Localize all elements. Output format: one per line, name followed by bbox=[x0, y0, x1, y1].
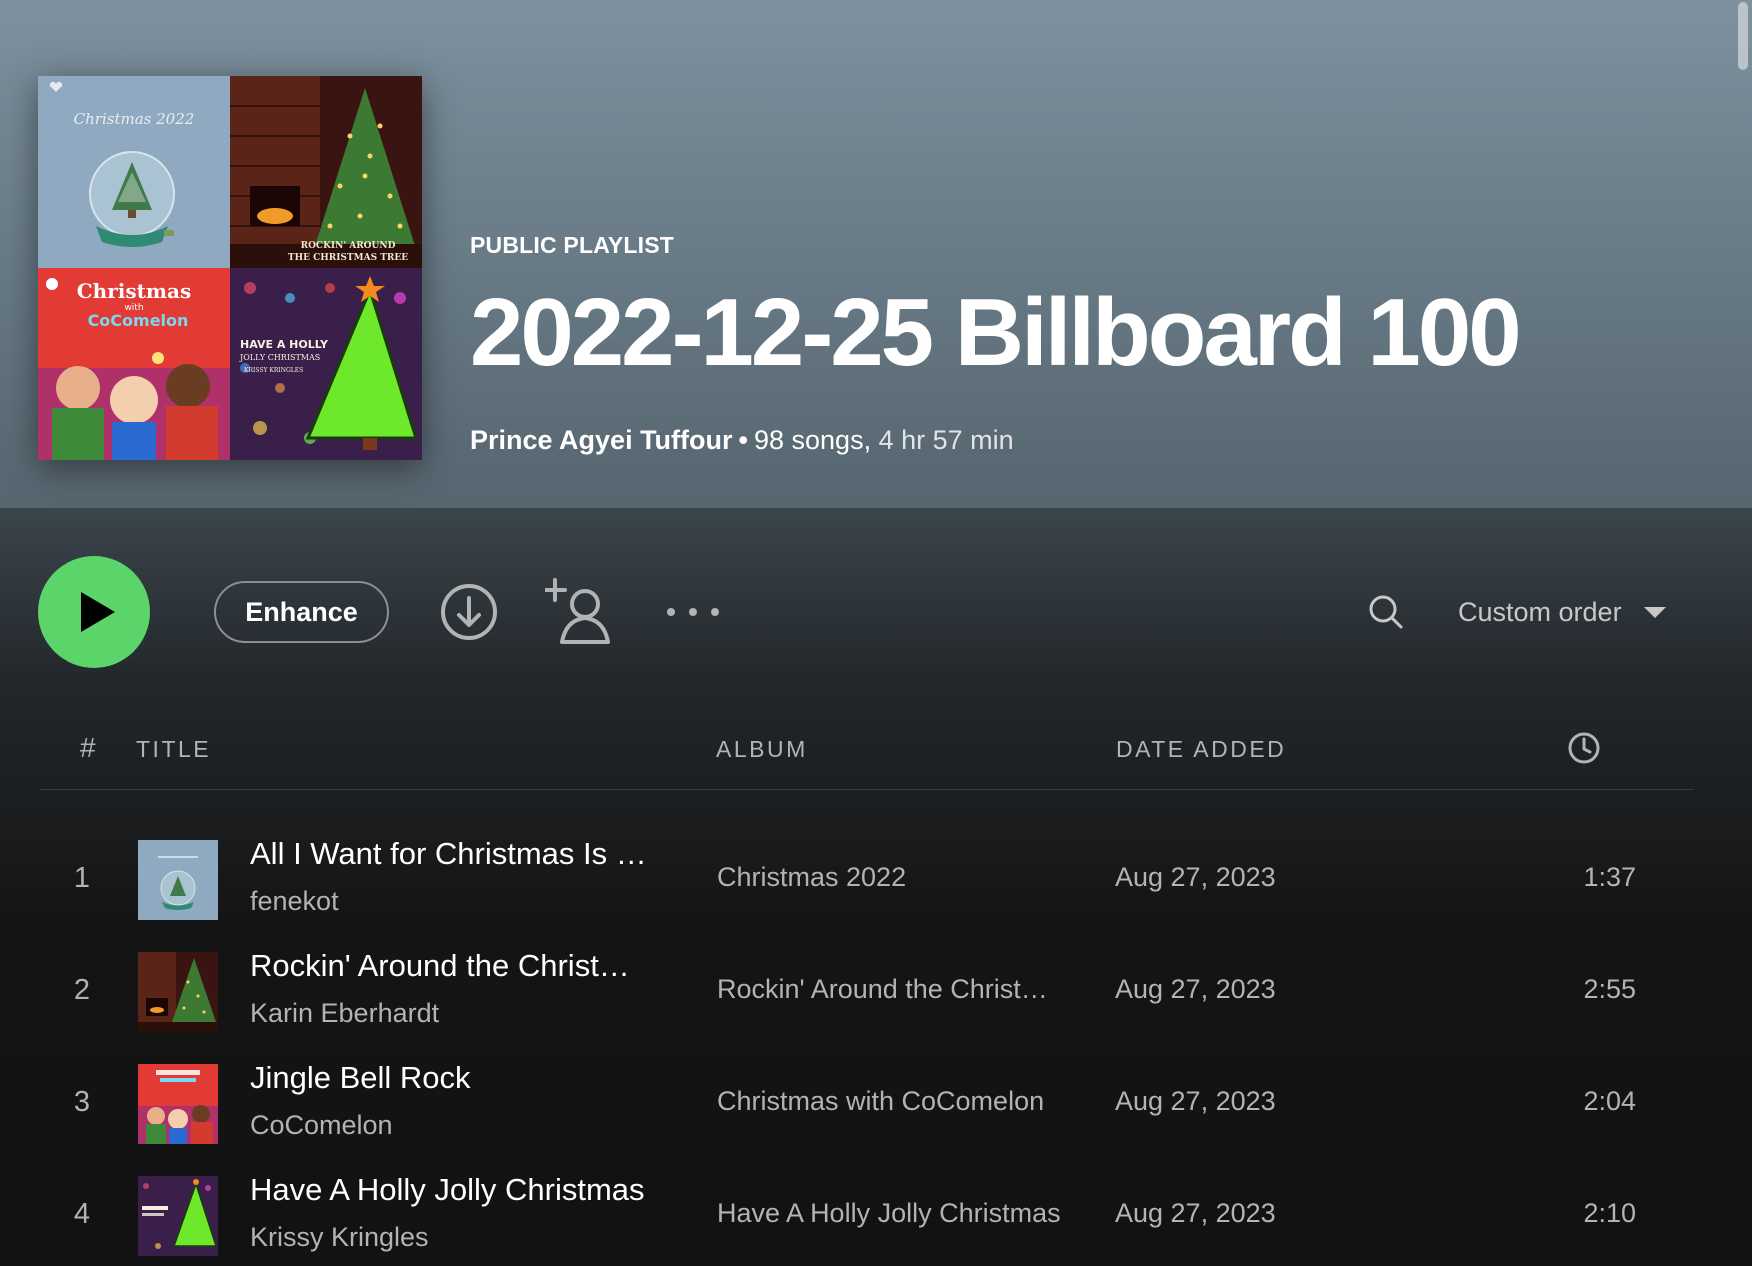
cocomelon-thumb bbox=[138, 1064, 218, 1144]
track-title[interactable]: Have A Holly Jolly Christmas bbox=[250, 1172, 645, 1208]
cover-tile-line1: ROCKIN' AROUND bbox=[301, 241, 396, 251]
track-artist[interactable]: CoComelon bbox=[250, 1110, 393, 1141]
more-options-button[interactable] bbox=[660, 592, 726, 632]
track-album-art bbox=[138, 1064, 218, 1144]
track-number: 3 bbox=[73, 1086, 91, 1118]
rockin-around-thumb bbox=[138, 952, 218, 1032]
playlist-info: PUBLIC PLAYLIST 2022-12-25 Billboard 100… bbox=[470, 232, 1522, 456]
play-button[interactable] bbox=[38, 556, 150, 668]
cover-tile-christmas-2022: Christmas 2022 bbox=[38, 76, 230, 268]
track-date-added: Aug 27, 2023 bbox=[1115, 1086, 1276, 1116]
track-date-added: Aug 27, 2023 bbox=[1115, 1198, 1276, 1228]
track-album[interactable]: Christmas with CoComelon bbox=[717, 1086, 1044, 1117]
playlist-cover-mosaic[interactable]: Christmas 2022 ROCKIN' AROUND THE CHRIST… bbox=[38, 76, 422, 460]
snow-globe-artwork: Christmas 2022 bbox=[38, 76, 230, 268]
enhance-button[interactable]: Enhance bbox=[214, 581, 389, 643]
cover-tile-cocomelon: Christmas with CoComelon bbox=[38, 268, 230, 460]
track-date-added: Aug 27, 2023 bbox=[1115, 862, 1276, 892]
playlist-title[interactable]: 2022-12-25 Billboard 100 bbox=[470, 285, 1522, 381]
track-row[interactable]: 4 Have A Holly Jolly Christmas Krissy Kr… bbox=[40, 1160, 1694, 1266]
christmas-tree-fireplace-artwork: ROCKIN' AROUND THE CHRISTMAS TREE bbox=[230, 76, 422, 268]
cover-tile-line3: KRISSY KRINGLES bbox=[244, 367, 303, 374]
cover-tile-line3: CoComelon bbox=[88, 311, 189, 330]
christmas-2022-thumb bbox=[138, 840, 218, 920]
playlist-duration: 4 hr 57 min bbox=[878, 425, 1014, 455]
track-row[interactable]: 2 Rockin' Around the Christ… Karin Eberh… bbox=[40, 936, 1694, 1048]
track-title[interactable]: All I Want for Christmas Is … bbox=[250, 836, 647, 872]
track-duration: 2:55 bbox=[1583, 974, 1636, 1004]
track-number: 1 bbox=[73, 862, 91, 894]
cover-tile-line1: HAVE A HOLLY bbox=[240, 338, 329, 351]
cover-tile-title: Christmas 2022 bbox=[74, 110, 195, 128]
sort-order-label: Custom order bbox=[1458, 596, 1622, 627]
track-album-art bbox=[138, 952, 218, 1032]
add-collaborator-button[interactable] bbox=[545, 578, 615, 646]
search-in-playlist-button[interactable] bbox=[1366, 584, 1406, 640]
track-title[interactable]: Rockin' Around the Christ… bbox=[250, 948, 630, 984]
column-header-number[interactable]: # bbox=[80, 732, 96, 764]
track-album-art bbox=[138, 840, 218, 920]
cocomelon-artwork: Christmas with CoComelon bbox=[38, 268, 230, 460]
playlist-owner-link[interactable]: Prince Agyei Tuffour bbox=[470, 425, 733, 455]
track-row[interactable]: 3 Jingle Bell Rock CoComelon Christmas w bbox=[40, 1048, 1694, 1160]
track-row[interactable]: 1 All I Want for Christmas Is … fenekot … bbox=[40, 824, 1694, 936]
column-header-date-added[interactable]: DATE ADDED bbox=[1116, 736, 1286, 763]
track-artist[interactable]: fenekot bbox=[250, 886, 339, 917]
play-icon bbox=[81, 592, 115, 632]
column-header-title[interactable]: TITLE bbox=[136, 736, 211, 763]
track-artist[interactable]: Karin Eberhardt bbox=[250, 998, 439, 1029]
playlist-header: Christmas 2022 ROCKIN' AROUND THE CHRIST… bbox=[0, 0, 1752, 508]
page-scrollbar[interactable] bbox=[1733, 0, 1752, 1266]
clock-icon bbox=[1568, 732, 1600, 764]
column-header-album[interactable]: ALBUM bbox=[716, 736, 808, 763]
cover-tile-rockin-around: ROCKIN' AROUND THE CHRISTMAS TREE bbox=[230, 76, 422, 268]
holly-jolly-tree-artwork: HAVE A HOLLY JOLLY CHRISTMAS KRISSY KRIN… bbox=[230, 268, 422, 460]
meta-separator: • bbox=[738, 425, 748, 455]
track-album-art bbox=[138, 1176, 218, 1256]
tracklist-header: # TITLE ALBUM DATE ADDED bbox=[40, 728, 1694, 790]
track-title[interactable]: Jingle Bell Rock bbox=[250, 1060, 471, 1096]
holly-jolly-thumb bbox=[138, 1176, 218, 1256]
download-icon bbox=[441, 584, 497, 640]
caret-down-icon bbox=[1643, 606, 1666, 618]
track-number: 4 bbox=[73, 1198, 91, 1230]
search-icon bbox=[1369, 595, 1403, 629]
tracklist: 1 All I Want for Christmas Is … fenekot … bbox=[40, 824, 1694, 1266]
more-icon bbox=[667, 608, 719, 616]
playlist-page: Christmas 2022 ROCKIN' AROUND THE CHRIST… bbox=[0, 0, 1752, 1266]
cover-tile-line2: JOLLY CHRISTMAS bbox=[239, 353, 320, 362]
scrollbar-thumb[interactable] bbox=[1738, 2, 1748, 70]
playlist-type-label: PUBLIC PLAYLIST bbox=[470, 232, 675, 258]
track-album[interactable]: Rockin' Around the Christ… bbox=[717, 974, 1048, 1005]
track-album[interactable]: Have A Holly Jolly Christmas bbox=[717, 1198, 1061, 1229]
track-album[interactable]: Christmas 2022 bbox=[717, 862, 906, 893]
playlist-meta: Prince Agyei Tuffour • 98 songs, 4 hr 57 m… bbox=[470, 425, 1519, 456]
action-bar: Enhance Custom order bbox=[0, 556, 1752, 668]
track-date-added: Aug 27, 2023 bbox=[1115, 974, 1276, 1004]
column-header-duration[interactable] bbox=[1566, 730, 1602, 766]
cover-tile-line1: Christmas bbox=[77, 279, 191, 303]
track-duration: 2:10 bbox=[1583, 1198, 1636, 1228]
track-duration: 1:37 bbox=[1583, 862, 1636, 892]
cover-tile-holly-jolly: HAVE A HOLLY JOLLY CHRISTMAS KRISSY KRIN… bbox=[230, 268, 422, 460]
sort-order-dropdown[interactable]: Custom order bbox=[1458, 584, 1666, 640]
track-artist[interactable]: Krissy Kringles bbox=[250, 1222, 429, 1253]
track-duration: 2:04 bbox=[1583, 1086, 1636, 1116]
cover-tile-line2: THE CHRISTMAS TREE bbox=[288, 253, 408, 263]
song-count: 98 songs, bbox=[753, 425, 872, 455]
track-number: 2 bbox=[73, 974, 91, 1006]
add-user-icon bbox=[545, 578, 610, 644]
download-button[interactable] bbox=[437, 580, 501, 644]
